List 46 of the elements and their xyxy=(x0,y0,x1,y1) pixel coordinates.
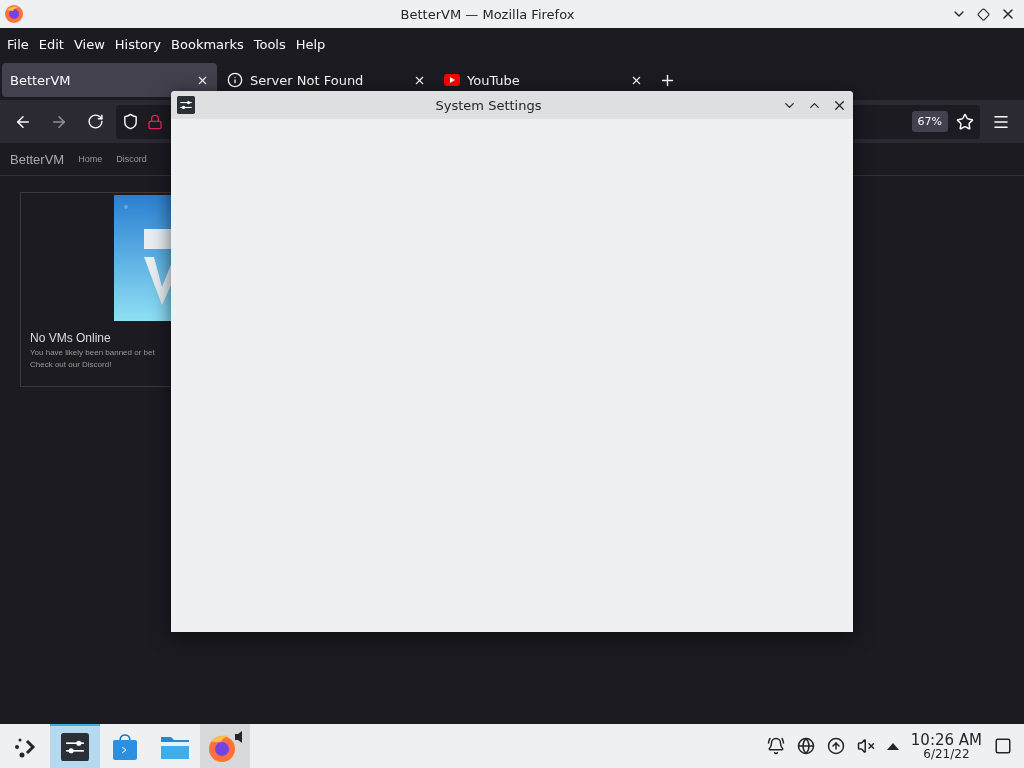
reload-icon[interactable] xyxy=(86,113,104,130)
network-icon[interactable] xyxy=(796,737,815,755)
expand-tray-icon[interactable] xyxy=(886,742,899,750)
play-icon xyxy=(444,74,460,86)
menu-item[interactable]: Help xyxy=(290,36,331,52)
maximize-icon[interactable] xyxy=(977,7,990,21)
menu-item[interactable]: File xyxy=(2,36,34,52)
update-icon[interactable] xyxy=(826,737,845,755)
nav-link[interactable]: Discord xyxy=(116,154,147,164)
dialog-title: System Settings xyxy=(434,97,543,113)
settings-icon[interactable] xyxy=(61,733,89,761)
site-brand[interactable]: BetterVM xyxy=(10,151,65,167)
menu-item[interactable]: Edit xyxy=(33,36,69,52)
notification-icon[interactable] xyxy=(766,737,785,755)
menu-item[interactable]: Tools xyxy=(248,36,291,52)
menu-item[interactable]: History xyxy=(109,36,167,52)
taskbar-app[interactable] xyxy=(50,724,100,768)
bookmark-star-icon[interactable] xyxy=(956,112,974,131)
menu-item[interactable]: View xyxy=(68,36,110,52)
shopping-bag-icon[interactable] xyxy=(112,733,138,761)
taskbar-app[interactable] xyxy=(200,724,250,768)
card-text: You have likely been banned or bet xyxy=(30,348,156,357)
browser-tab[interactable]: Server Not Found xyxy=(219,63,434,97)
tab-label: BetterVM xyxy=(10,72,72,88)
zoom-badge[interactable]: 67% xyxy=(911,111,948,132)
shield-icon[interactable] xyxy=(122,113,139,130)
folder-icon[interactable] xyxy=(160,734,190,760)
browser-tab[interactable]: YouTube xyxy=(436,63,651,97)
settings-icon xyxy=(177,96,195,114)
clock-time: 10:26 AM xyxy=(910,732,982,748)
firefox-icon xyxy=(4,4,24,24)
menu-item[interactable]: Bookmarks xyxy=(166,36,249,52)
window-title: BetterVM — Mozilla Firefox xyxy=(399,6,576,22)
clock-date: 6/21/22 xyxy=(923,747,970,760)
tab-label: YouTube xyxy=(467,72,521,88)
clock[interactable]: 10:26 AM 6/21/22 xyxy=(910,732,982,760)
browser-tab[interactable]: BetterVM xyxy=(2,63,217,97)
lock-icon[interactable] xyxy=(147,113,163,130)
firefox-icon[interactable] xyxy=(207,730,243,764)
show-desktop-icon[interactable] xyxy=(994,737,1012,755)
tab-label: Server Not Found xyxy=(250,72,365,88)
info-icon xyxy=(227,72,243,88)
nav-link[interactable]: Home xyxy=(78,154,103,164)
muted-speaker-icon[interactable] xyxy=(856,737,875,755)
card-title: No VMs Online xyxy=(30,331,112,345)
card-text: Check out our Discord! xyxy=(30,360,113,369)
